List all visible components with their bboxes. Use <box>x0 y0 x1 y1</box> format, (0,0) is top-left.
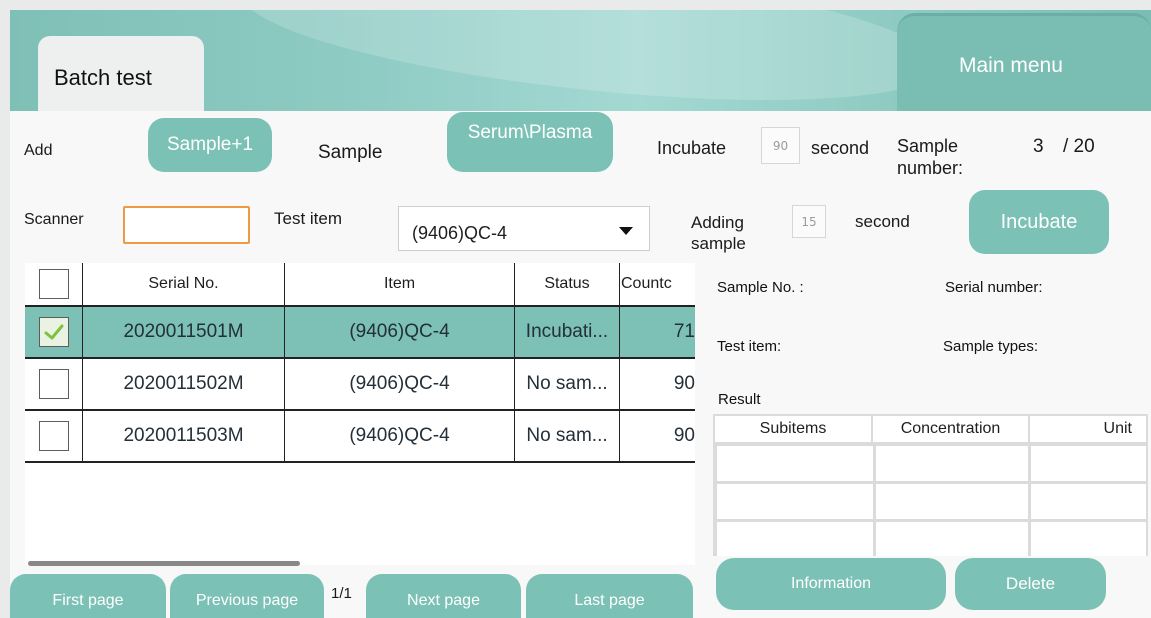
result-cell <box>1031 446 1146 481</box>
result-cell <box>717 484 873 519</box>
result-table: Subitems Concentration Unit <box>713 414 1148 556</box>
adding-seconds-value: 15 <box>801 214 817 229</box>
horizontal-scrollbar[interactable] <box>28 561 300 566</box>
table-row[interactable]: 2020011502M (9406)QC-4 No sam... 90 <box>25 359 695 409</box>
incubate-button-label: Incubate <box>1000 210 1078 233</box>
result-cell <box>717 446 873 481</box>
test-item-label: Test item <box>274 209 343 228</box>
first-page-label: First page <box>52 592 124 609</box>
cell-serial: 2020011502M <box>83 359 285 409</box>
incubate-label: Incubate <box>657 138 727 158</box>
result-cell <box>1031 522 1146 556</box>
column-header-status: Status <box>515 263 620 305</box>
column-header-count: Countc <box>621 275 672 292</box>
row-checkbox[interactable] <box>38 369 69 399</box>
delete-label: Delete <box>1005 574 1056 593</box>
page-indicator: 1/1 <box>331 585 352 602</box>
information-label: Information <box>790 575 872 592</box>
previous-page-label: Previous page <box>195 592 299 609</box>
cell-item: (9406)QC-4 <box>285 359 515 409</box>
tab-batch-test-label: Batch test <box>54 65 152 90</box>
test-item-select[interactable]: (9406)QC-4 <box>398 206 650 251</box>
select-all-checkbox[interactable] <box>38 269 69 299</box>
table-row[interactable]: 2020011503M (9406)QC-4 No sam... 90 <box>25 411 695 461</box>
delete-button[interactable]: Delete <box>955 558 1106 610</box>
sample-plus-one-button[interactable]: Sample+1 <box>148 118 272 172</box>
result-cell <box>717 522 873 556</box>
row-checkbox[interactable] <box>38 317 69 347</box>
row-select-cell <box>25 307 83 357</box>
row-select-cell <box>25 359 83 409</box>
cell-count: 71 <box>673 321 695 342</box>
sample-number-label: Sample number: <box>897 136 964 178</box>
check-icon <box>44 324 63 340</box>
result-label: Result <box>718 391 761 408</box>
row-select-cell <box>25 411 83 461</box>
adding-sample-label: Adding sample <box>691 213 746 253</box>
cell-serial: 2020011501M <box>83 307 285 357</box>
result-cell <box>876 484 1028 519</box>
cell-status: Incubati... <box>515 307 620 357</box>
table-row[interactable]: 2020011501M (9406)QC-4 Incubati... 71 <box>25 307 695 357</box>
last-page-button[interactable]: Last page <box>526 574 693 618</box>
sample-types-label: Sample types: <box>943 338 1039 355</box>
table-header-row: Serial No. Item Status Countc <box>25 263 695 305</box>
result-cell <box>876 446 1028 481</box>
sample-label: Sample <box>318 142 383 163</box>
row-checkbox[interactable] <box>38 421 69 451</box>
column-header-item: Item <box>285 263 515 305</box>
incubate-second-unit: second <box>811 138 870 158</box>
tab-batch-test[interactable]: Batch test <box>38 36 204 112</box>
sample-plus-one-label: Sample+1 <box>166 134 254 155</box>
cell-item: (9406)QC-4 <box>285 411 515 461</box>
divider <box>25 461 695 463</box>
cell-count: 90 <box>673 425 695 446</box>
scanner-label: Scanner <box>24 211 84 228</box>
sample-number-total: / 20 <box>1063 136 1095 157</box>
add-label: Add <box>24 142 53 159</box>
main-menu-label: Main menu <box>959 54 1063 77</box>
adding-seconds-input[interactable]: 15 <box>792 205 826 238</box>
result-header-unit: Unit <box>1030 416 1146 442</box>
chevron-down-icon <box>619 227 633 235</box>
cell-serial: 2020011503M <box>83 411 285 461</box>
cell-status: No sam... <box>515 359 620 409</box>
previous-page-button[interactable]: Previous page <box>170 574 324 618</box>
main-menu-button[interactable]: Main menu <box>897 13 1151 111</box>
sample-type-button[interactable]: Serum\Plasma <box>447 112 613 172</box>
detail-test-item-label: Test item: <box>717 338 782 355</box>
first-page-button[interactable]: First page <box>10 574 166 618</box>
incubate-seconds-value: 90 <box>772 138 789 153</box>
header-decoration <box>235 10 945 111</box>
scanner-input[interactable] <box>123 206 250 244</box>
result-header-subitems: Subitems <box>715 416 871 442</box>
column-header-serial: Serial No. <box>83 263 285 305</box>
result-header-concentration: Concentration <box>873 416 1028 442</box>
next-page-button[interactable]: Next page <box>366 574 521 618</box>
result-cell <box>876 522 1028 556</box>
sample-no-label: Sample No. : <box>717 279 804 296</box>
sample-table: Serial No. Item Status Countc 2020011501… <box>25 263 695 565</box>
result-cell <box>1031 484 1146 519</box>
cell-status: No sam... <box>515 411 620 461</box>
serial-number-label: Serial number: <box>945 279 1043 296</box>
sample-number-current: 3 <box>1033 136 1044 157</box>
cell-item: (9406)QC-4 <box>285 307 515 357</box>
cell-count: 90 <box>673 373 695 394</box>
incubate-button[interactable]: Incubate <box>969 190 1109 254</box>
information-button[interactable]: Information <box>716 558 946 610</box>
adding-second-unit: second <box>855 212 910 231</box>
last-page-label: Last page <box>574 592 645 609</box>
sample-type-label: Serum\Plasma <box>467 122 593 143</box>
test-item-selected: (9406)QC-4 <box>412 223 508 243</box>
header-select-cell <box>25 263 83 305</box>
next-page-label: Next page <box>407 592 480 609</box>
incubate-seconds-input[interactable]: 90 <box>761 127 800 164</box>
